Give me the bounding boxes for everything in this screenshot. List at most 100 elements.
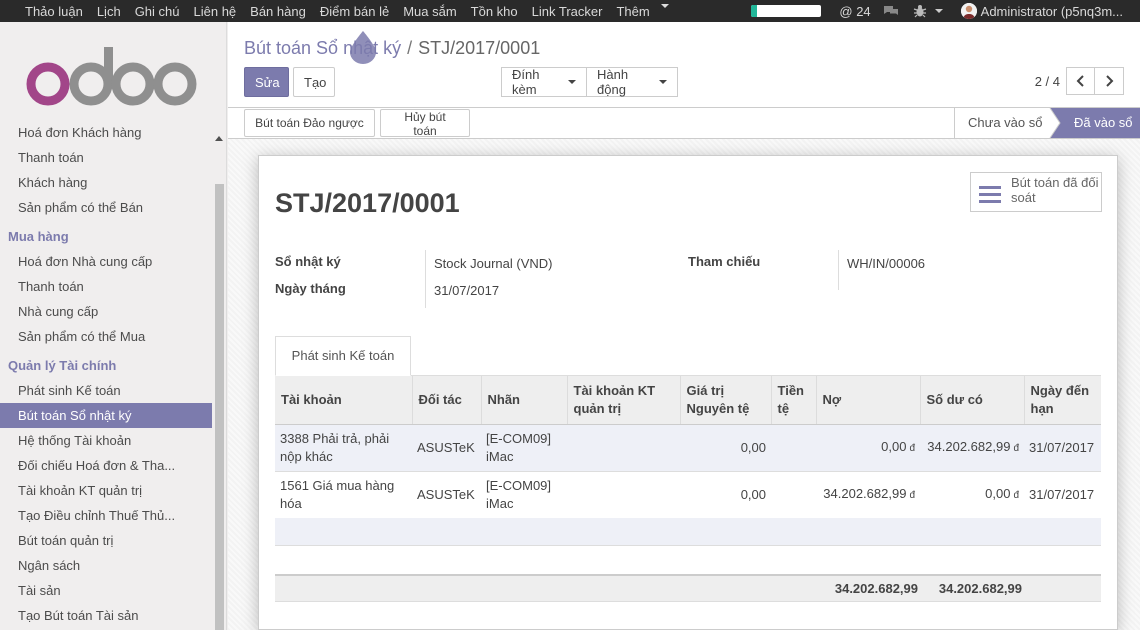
date-value: 31/07/2017 xyxy=(434,283,500,298)
sidebar-item[interactable]: Hệ thống Tài khoản xyxy=(0,428,212,453)
sidebar-item[interactable]: Tài sản xyxy=(0,578,212,603)
stage-draft[interactable]: Chưa vào sổ xyxy=(968,108,1042,138)
mentions-indicator[interactable]: @ 24 xyxy=(839,4,870,19)
cancel-entry-button[interactable]: Hủy bút toán xyxy=(380,109,470,138)
loading-drop-icon xyxy=(350,31,376,64)
chevron-right-icon xyxy=(1106,75,1114,87)
cell-partner: ASUSTeK xyxy=(412,424,481,472)
column-header[interactable]: Tài khoản xyxy=(275,376,412,425)
top-menu-item[interactable]: Thảo luận xyxy=(0,4,90,19)
sidebar-section-heading: Quản lý Tài chính xyxy=(8,358,117,373)
systray: @ 24 Administrator (p5nq3m... xyxy=(751,0,1140,22)
sidebar-item[interactable]: Hoá đơn Khách hàng xyxy=(0,120,212,145)
totals-row: 34.202.682,99 34.202.682,99 xyxy=(275,575,1101,602)
date-label: Ngày tháng xyxy=(275,281,346,296)
cell-value: 0,00 xyxy=(881,438,907,454)
top-menu-item[interactable]: Ghi chú xyxy=(128,4,187,19)
sidebar-item[interactable]: Tài khoản KT quản trị xyxy=(0,478,212,503)
column-header[interactable]: Nợ xyxy=(815,376,920,425)
top-menu-item[interactable]: Link Tracker xyxy=(525,4,610,19)
reconciled-entries-button[interactable]: Bút toán đã đối soát xyxy=(970,172,1102,212)
column-header[interactable]: Giá trị Nguyên tệ xyxy=(679,376,771,425)
currency-symbol: đ xyxy=(909,442,915,454)
sidebar-item[interactable]: Phát sinh Kế toán xyxy=(0,378,212,403)
top-menu-item[interactable]: Tồn kho xyxy=(464,4,525,19)
sidebar-item[interactable]: Đối chiếu Hoá đơn & Tha... xyxy=(0,453,212,478)
top-menu-item[interactable]: Điểm bán lẻ xyxy=(313,4,396,19)
reverse-entry-button[interactable]: Bút toán Đảo ngược xyxy=(244,109,375,137)
table-body: 3388 Phải trả, phải nộp khác ASUSTeK [E-CO… xyxy=(275,424,1101,519)
odoo-logo xyxy=(26,47,197,106)
scroll-up-icon[interactable] xyxy=(215,136,223,141)
cell-partner: ASUSTeK xyxy=(412,471,481,519)
cell-label: [E-COM09] iMac xyxy=(481,471,567,519)
sidebar-item[interactable]: Nhà cung cấp xyxy=(0,299,212,324)
sidebar-item[interactable]: Khách hàng xyxy=(0,170,212,195)
empty-row xyxy=(275,518,1101,546)
divider xyxy=(838,250,839,290)
breadcrumb: Bút toán Sổ nhật ký / STJ/2017/0001 xyxy=(244,38,540,59)
blank-row xyxy=(275,547,1101,575)
action-dropdown[interactable]: Hành động xyxy=(587,67,678,97)
attachment-dropdown[interactable]: Đính kèm xyxy=(501,67,587,97)
cell-date-maturity: 31/07/2017 xyxy=(1024,471,1101,519)
top-menu-item[interactable]: Mua sắm xyxy=(396,4,463,19)
cell-value: 31/07/2017 xyxy=(1029,486,1095,502)
sidebar-item[interactable]: Sản phẩm có thể Mua xyxy=(0,324,212,349)
user-menu[interactable]: Administrator (p5nq3m... xyxy=(981,4,1140,19)
sidebar-item[interactable]: Bút toán quản trị xyxy=(0,528,212,553)
cell-date-maturity: 31/07/2017 xyxy=(1024,424,1101,472)
planner-progress-bar[interactable] xyxy=(751,5,822,17)
page-title: STJ/2017/0001 xyxy=(275,188,460,218)
avatar[interactable] xyxy=(960,3,977,19)
scrollbar-thumb[interactable] xyxy=(215,184,224,630)
table-row[interactable]: 3388 Phải trả, phải nộp khác ASUSTeK [E-CO… xyxy=(275,424,1101,472)
sidebar-item[interactable]: Tạo Bút toán Tài sản xyxy=(0,603,212,628)
top-menu-item[interactable]: Thêm xyxy=(609,4,656,19)
tab-journal-items[interactable]: Phát sinh Kế toán xyxy=(275,336,411,376)
action-label: Hành động xyxy=(597,67,629,97)
breadcrumb-parent[interactable]: Bút toán Sổ nhật ký xyxy=(244,38,401,58)
pager-next-button[interactable] xyxy=(1095,67,1124,95)
column-header[interactable]: Nhãn xyxy=(480,376,567,425)
cell-amount-currency: 0,00 xyxy=(680,471,771,519)
sidebar-scrollbar[interactable] xyxy=(212,126,226,630)
debug-caret-icon[interactable] xyxy=(934,9,943,13)
sidebar-item[interactable]: Ngân sách xyxy=(0,553,212,578)
table-row[interactable]: 1561 Giá mua hàng hóa ASUSTeK [E-COM09] iM… xyxy=(275,471,1101,519)
sidebar-item[interactable]: Tạo Điều chỉnh Thuế Thủ... xyxy=(0,503,212,528)
pager-value[interactable]: 2 / 4 xyxy=(1035,74,1060,89)
chevron-down-icon xyxy=(660,3,669,8)
journal-label: Sổ nhật ký xyxy=(275,254,341,269)
cell-debit: 0,00 đ xyxy=(816,424,920,472)
sidebar-item[interactable]: Hoá đơn Nhà cung cấp xyxy=(0,249,212,274)
column-header[interactable]: Ngày đến hạn xyxy=(1023,376,1101,425)
sidebar-item[interactable]: Bút toán Sổ nhật ký xyxy=(0,403,212,428)
cell-value: 31/07/2017 xyxy=(1029,439,1095,455)
currency-symbol: đ xyxy=(909,489,915,501)
total-credit: 34.202.682,99 xyxy=(938,581,1022,596)
column-header[interactable]: Số dư có xyxy=(919,376,1024,425)
form-sheet: Bút toán đã đối soát STJ/2017/0001 Sổ nh… xyxy=(258,155,1118,630)
table-header: Tài khoản Đối tác Nhãn Tài khoản KT quản tr… xyxy=(275,376,1101,425)
sidebar-item[interactable]: Thanh toán xyxy=(0,145,212,170)
top-menu-item[interactable]: Lịch xyxy=(90,4,128,19)
chat-icon[interactable] xyxy=(883,5,899,17)
journal-value[interactable]: Stock Journal (VND) xyxy=(434,256,552,271)
cell-value: 34.202.682,99 xyxy=(927,438,1011,454)
sidebar-item[interactable]: Thanh toán xyxy=(0,274,212,299)
cell-account: 1561 Giá mua hàng hóa xyxy=(275,471,412,519)
top-menu-item[interactable]: Bán hàng xyxy=(243,4,313,19)
column-header[interactable]: Đối tác xyxy=(411,376,481,425)
top-menu-item[interactable]: Liên hệ xyxy=(187,4,244,19)
create-button[interactable]: Tạo xyxy=(293,67,335,97)
column-header[interactable]: Tài khoản KT quản trị xyxy=(566,376,680,425)
column-header[interactable]: Tiền tệ xyxy=(770,376,816,425)
sidebar-item[interactable]: Sản phẩm có thể Bán xyxy=(0,195,212,220)
stage-posted[interactable]: Đã vào sổ xyxy=(1074,108,1133,138)
bug-icon[interactable] xyxy=(913,4,927,18)
pager-previous-button[interactable] xyxy=(1066,67,1095,95)
pager: 2 / 4 xyxy=(1035,67,1124,95)
cell-value: 1561 Giá mua hàng hóa xyxy=(280,477,395,511)
edit-button[interactable]: Sửa xyxy=(244,67,289,97)
